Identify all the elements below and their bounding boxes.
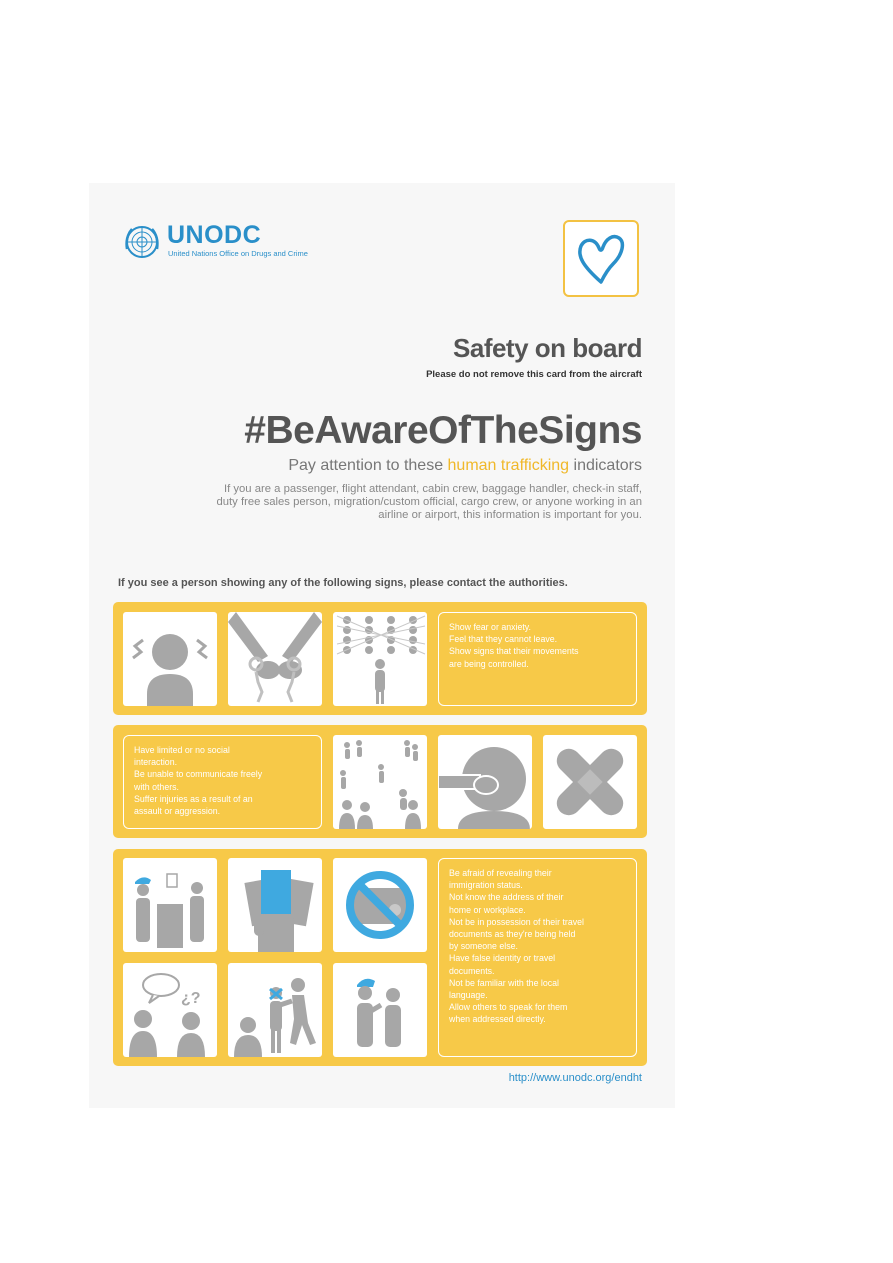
- hashtag-heading: #BeAwareOfTheSigns: [244, 409, 642, 452]
- card-subtitle: Please do not remove this card from the …: [426, 369, 642, 380]
- footer-link[interactable]: http://www.unodc.org/endht: [509, 1072, 642, 1084]
- unodc-logo: UNODC United Nations Office on Drugs and…: [123, 221, 383, 263]
- anxious-person-icon: [123, 612, 217, 706]
- pay-attention-highlight: human trafficking: [447, 457, 570, 474]
- safety-card: UNODC United Nations Office on Drugs and…: [89, 183, 675, 1108]
- signs-text-3: Be afraid of revealing their immigration…: [438, 858, 637, 1057]
- signs-text-3-content: Be afraid of revealing their immigration…: [449, 868, 584, 1025]
- signs-text-2: Have limited or no social interaction. B…: [123, 735, 322, 829]
- org-name: UNODC: [167, 221, 262, 249]
- held-passport-icon: [228, 858, 322, 952]
- un-emblem-icon: [125, 226, 159, 258]
- officer-document-icon: [123, 858, 217, 952]
- instruction-text: If you see a person showing any of the f…: [118, 577, 568, 589]
- heart-icon: [578, 234, 625, 284]
- isolated-crowd-icon: [333, 735, 427, 829]
- pay-attention-line: Pay attention to these human trafficking…: [288, 457, 642, 475]
- confused-speech-icon: ¿?: [123, 963, 217, 1057]
- handcuffed-hands-icon: [228, 612, 322, 706]
- bandage-icon: [543, 735, 637, 829]
- controlled-person-icon: [333, 612, 427, 706]
- signs-panel-1: Show fear or anxiety. Feel that they can…: [113, 602, 647, 715]
- card-title: Safety on board: [453, 333, 642, 363]
- pay-attention-after: indicators: [569, 457, 642, 474]
- signs-text-2-content: Have limited or no social interaction. B…: [134, 745, 263, 817]
- signs-text-1: Show fear or anxiety. Feel that they can…: [438, 612, 637, 706]
- org-full-name: United Nations Office on Drugs and Crime: [168, 249, 308, 258]
- signs-panel-2: Have limited or no social interaction. B…: [113, 725, 647, 838]
- officer-talking-icon: [333, 963, 427, 1057]
- signs-panel-3: ¿? Be afraid of revealing their immigrat…: [113, 849, 647, 1066]
- covered-mouth-icon: [438, 735, 532, 829]
- blue-heart-logo: [563, 220, 639, 297]
- intro-paragraph: If you are a passenger, flight attendant…: [216, 483, 642, 521]
- silenced-person-icon: [228, 963, 322, 1057]
- pay-attention-before: Pay attention to these: [288, 457, 448, 474]
- svg-text:¿?: ¿?: [181, 990, 201, 1007]
- no-document-icon: [333, 858, 427, 952]
- signs-text-1-content: Show fear or anxiety. Feel that they can…: [449, 622, 579, 669]
